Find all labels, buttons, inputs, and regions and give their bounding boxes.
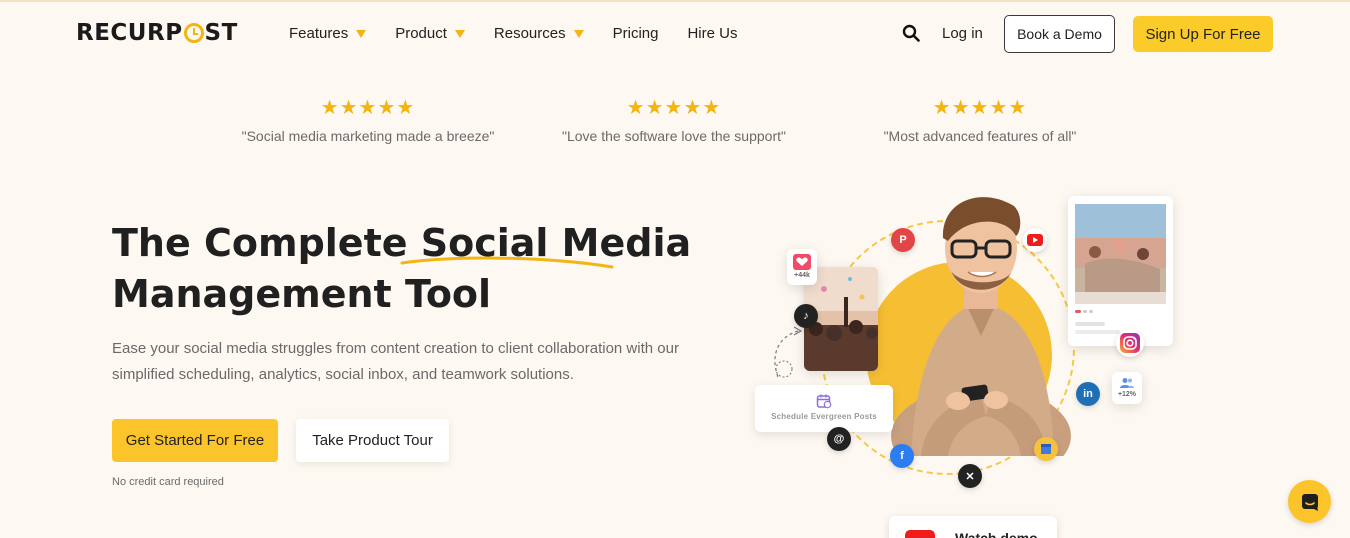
post-preview-card	[1068, 196, 1173, 346]
watch-demo-button[interactable]: Watch demo	[889, 516, 1057, 538]
review-2: ★★★★★ "Love the software love the suppor…	[524, 98, 824, 144]
five-stars-icon: ★★★★★	[320, 97, 416, 119]
caret-down-icon	[454, 29, 465, 38]
review-3: ★★★★★ "Most advanced features of all"	[830, 98, 1130, 144]
nav-item-product[interactable]: Product	[395, 25, 465, 42]
pinterest-icon: P	[891, 228, 915, 252]
nav-item-label: Hire Us	[687, 24, 738, 42]
threads-icon: @	[827, 427, 851, 451]
caption-line	[1075, 330, 1120, 334]
facebook-icon: f	[890, 444, 914, 468]
review-quote: "Most advanced features of all"	[883, 128, 1077, 144]
nav-item-resources[interactable]: Resources	[494, 25, 584, 42]
nav-item-pricing[interactable]: Pricing	[613, 25, 659, 42]
five-stars-icon: ★★★★★	[626, 97, 722, 119]
nav-item-label: Pricing	[612, 24, 659, 42]
review-quote: "Love the software love the support"	[562, 128, 786, 144]
youtube-icon	[1023, 228, 1047, 252]
heart-icon	[793, 254, 811, 270]
logo-text-left: RECURP	[76, 20, 183, 46]
carousel-dot	[1089, 310, 1093, 313]
schedule-evergreen-card: Schedule Evergreen Posts	[755, 385, 893, 432]
nav-item-hire-us[interactable]: Hire Us	[687, 25, 737, 42]
carousel-dot-active	[1075, 310, 1081, 313]
calendar-clock-icon	[816, 394, 832, 409]
product-tour-button[interactable]: Take Product Tour	[296, 419, 449, 462]
carousel-dot	[1083, 310, 1087, 313]
book-demo-button[interactable]: Book a Demo	[1004, 15, 1115, 53]
no-credit-card-note: No credit card required	[112, 476, 224, 488]
schedule-label: Schedule Evergreen Posts	[771, 412, 877, 421]
hero-title-part1: The Complete	[112, 221, 421, 265]
followers-growth: +12%	[1117, 391, 1137, 398]
tiktok-icon: ♪	[794, 304, 818, 328]
signup-button[interactable]: Sign Up For Free	[1133, 16, 1273, 52]
review-quote: "Social media marketing made a breeze"	[241, 128, 495, 144]
hero-subtitle: Ease your social media struggles from co…	[112, 340, 679, 383]
nav-item-label: Resources	[493, 24, 566, 42]
review-1: ★★★★★ "Social media marketing made a bre…	[218, 98, 518, 144]
top-border	[0, 0, 1350, 2]
caret-down-icon	[573, 29, 584, 38]
caret-down-icon	[356, 29, 367, 38]
instagram-icon	[1116, 329, 1144, 357]
search-icon[interactable]	[902, 24, 920, 42]
likes-count: +44k	[794, 272, 810, 279]
google-business-icon	[1034, 437, 1058, 461]
highlight-underline	[400, 256, 614, 269]
users-icon	[1120, 378, 1134, 388]
hero-title-part2: Management Tool	[112, 272, 492, 316]
logo-text-right: ST	[204, 20, 238, 46]
recurpost-logo[interactable]: RECURP ST	[76, 20, 238, 46]
youtube-play-icon	[905, 530, 935, 538]
chat-icon	[1301, 493, 1318, 511]
x-twitter-icon: ✕	[958, 464, 982, 488]
logo-clock-icon	[183, 23, 204, 43]
nav-item-label: Features	[289, 24, 349, 42]
nav-item-label: Product	[395, 24, 447, 42]
nav-item-features[interactable]: Features	[289, 24, 367, 42]
caption-line	[1075, 322, 1105, 326]
festival-photo	[1075, 204, 1166, 304]
person-with-phone-illustration	[891, 197, 1071, 456]
five-stars-icon: ★★★★★	[932, 97, 1028, 119]
login-link[interactable]: Log in	[942, 25, 983, 42]
followers-card: +12%	[1112, 372, 1142, 404]
watch-demo-label: Watch demo	[955, 530, 1038, 538]
likes-card: +44k	[787, 249, 817, 285]
linkedin-icon: in	[1076, 382, 1100, 406]
chat-widget-button[interactable]	[1288, 480, 1331, 523]
dashed-arrow-icon	[774, 326, 803, 378]
main-nav: Features Product Resources Pricing Hire …	[289, 22, 766, 44]
get-started-button[interactable]: Get Started For Free	[112, 419, 278, 462]
